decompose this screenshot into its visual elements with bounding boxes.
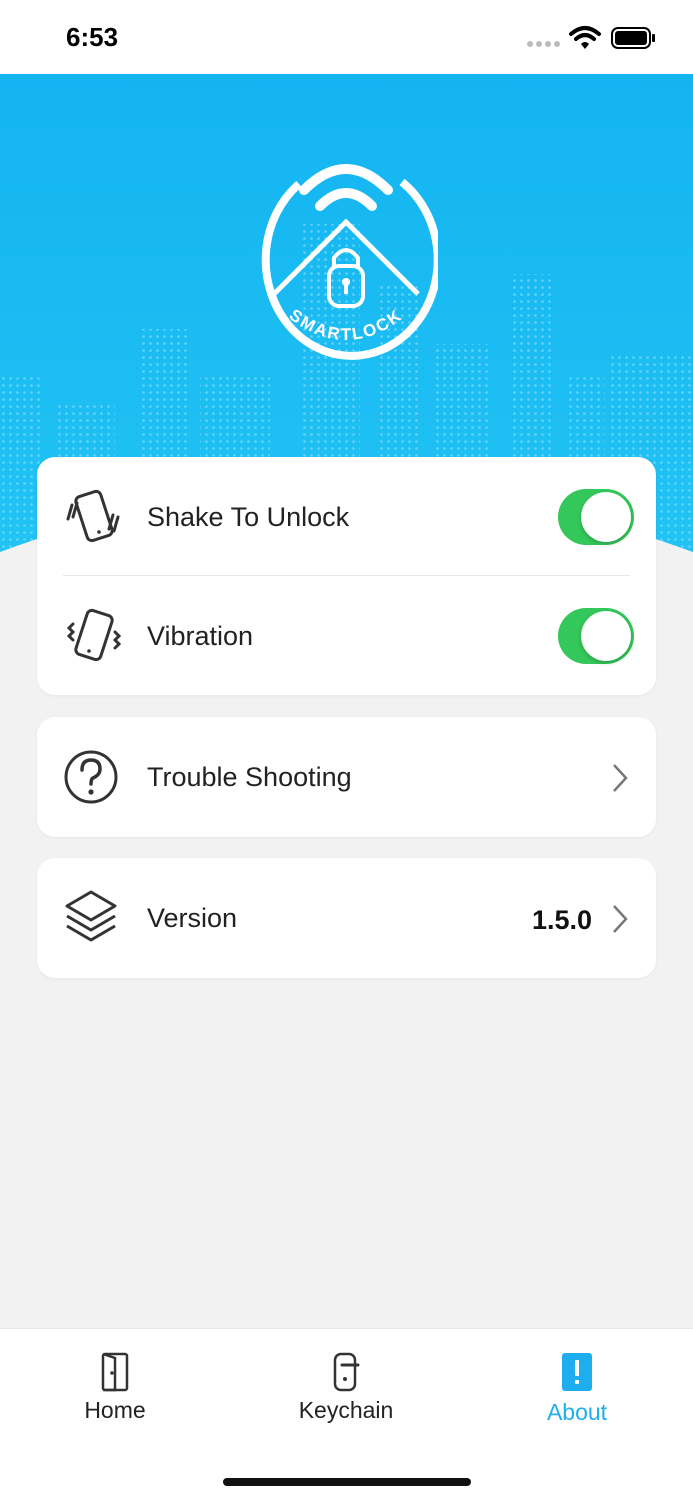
info-badge-icon (562, 1353, 592, 1391)
status-icons (527, 24, 657, 54)
shake-to-unlock-toggle[interactable] (558, 489, 634, 545)
tab-about[interactable]: About (497, 1351, 657, 1441)
vibration-toggle[interactable] (558, 608, 634, 664)
shake-phone-icon (66, 489, 120, 543)
version-label: Version (147, 903, 238, 933)
tab-bar: Home Keychain About (0, 1328, 693, 1501)
vibration-label: Vibration (147, 621, 254, 651)
vibration-row: Vibration (37, 576, 656, 696)
shake-to-unlock-label: Shake To Unlock (147, 502, 350, 532)
tab-about-label: About (546, 1399, 608, 1425)
door-handle-icon (333, 1352, 360, 1392)
home-indicator (223, 1478, 471, 1486)
smartlock-logo: SMARTLOCK (261, 164, 438, 360)
status-bar: 6:53 (0, 0, 693, 74)
shake-to-unlock-row: Shake To Unlock (37, 457, 656, 577)
tab-keychain[interactable]: Keychain (266, 1351, 426, 1441)
chevron-right-icon (613, 905, 628, 933)
settings-card: Shake To Unlock Vibration (37, 457, 656, 695)
battery-icon (611, 27, 655, 49)
trouble-shooting-row[interactable]: Trouble Shooting (37, 717, 656, 837)
tab-home[interactable]: Home (35, 1351, 195, 1441)
tab-keychain-label: Keychain (298, 1397, 394, 1423)
trouble-shooting-card[interactable]: Trouble Shooting (37, 717, 656, 837)
door-icon (101, 1352, 129, 1392)
trouble-shooting-label: Trouble Shooting (147, 762, 352, 792)
layers-icon (65, 890, 117, 942)
toggle-knob (581, 611, 631, 661)
tab-home-label: Home (84, 1397, 146, 1423)
question-circle-icon (64, 750, 118, 804)
version-card[interactable]: Version 1.5.0 (37, 858, 656, 978)
signal-dots-icon (527, 41, 560, 47)
wifi-icon (569, 26, 601, 49)
status-time: 6:53 (66, 22, 119, 52)
vibration-phone-icon (66, 608, 122, 662)
version-value: 1.5.0 (531, 905, 592, 935)
version-row[interactable]: Version 1.5.0 (37, 858, 656, 978)
chevron-right-icon (613, 764, 628, 792)
toggle-knob (581, 492, 631, 542)
